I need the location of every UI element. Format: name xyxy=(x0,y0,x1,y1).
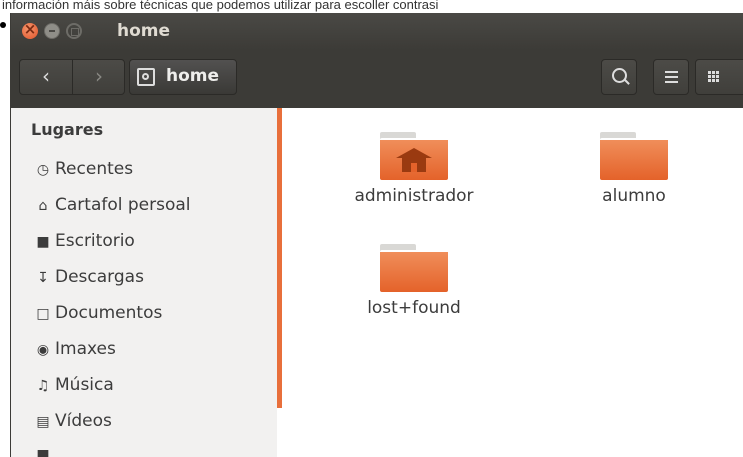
sidebar-item-partial[interactable]: ■ xyxy=(33,444,53,457)
chevron-left-icon: ‹ xyxy=(42,64,50,88)
sidebar-item-imaxes[interactable]: ◉ Imaxes xyxy=(33,339,116,365)
path-label: home xyxy=(166,66,220,86)
sidebar: Lugares ◷ Recentes ⌂ Cartafol persoal ■ Esc… xyxy=(11,108,277,457)
folder-icon xyxy=(600,132,668,180)
maximize-window-button[interactable] xyxy=(66,23,82,39)
search-button[interactable] xyxy=(601,59,637,95)
sidebar-item-descargas[interactable]: ↧ Descargas xyxy=(33,267,144,293)
sidebar-item-musica[interactable]: ♫ Música xyxy=(33,375,114,401)
desktop-folder-icon: ■ xyxy=(36,234,50,250)
sidebar-item-cartafol-persoal[interactable]: ⌂ Cartafol persoal xyxy=(33,195,191,221)
home-icon: ⌂ xyxy=(38,198,48,214)
sidebar-item-label: Vídeos xyxy=(55,411,112,431)
clock-icon: ◷ xyxy=(36,162,50,178)
window-title: home xyxy=(117,21,171,41)
sidebar-item-label: Documentos xyxy=(55,303,163,323)
document-icon: □ xyxy=(36,306,50,322)
file-item-lost-found[interactable]: lost+found xyxy=(334,244,494,318)
folder-icon xyxy=(380,244,448,292)
sidebar-item-label: Escritorio xyxy=(55,231,135,251)
sidebar-item-label: Cartafol persoal xyxy=(55,195,191,215)
film-icon: ▤ xyxy=(36,414,50,430)
home-folder-icon xyxy=(380,132,448,180)
file-manager-window: home ‹ › home Lugares ◷ Recentes ⌂ Cartafo… xyxy=(10,13,743,457)
sidebar-item-videos[interactable]: ▤ Vídeos xyxy=(33,411,112,437)
file-view: administrador alumno lost+found xyxy=(282,108,743,457)
title-bar: home xyxy=(11,13,743,50)
sidebar-item-escritorio[interactable]: ■ Escritorio xyxy=(33,231,135,257)
file-label: lost+found xyxy=(367,298,461,318)
sidebar-item-label: Imaxes xyxy=(55,339,116,359)
download-icon: ↧ xyxy=(37,270,49,286)
back-button[interactable]: ‹ xyxy=(20,60,73,94)
grid-view-button[interactable] xyxy=(695,59,743,95)
file-item-administrador[interactable]: administrador xyxy=(334,132,494,206)
bullet-mark xyxy=(0,22,6,28)
close-window-button[interactable] xyxy=(22,20,38,39)
sidebar-heading: Lugares xyxy=(31,120,104,139)
sidebar-item-recentes[interactable]: ◷ Recentes xyxy=(33,159,133,185)
list-view-button[interactable] xyxy=(653,59,689,95)
search-icon xyxy=(612,68,627,83)
file-label: administrador xyxy=(354,186,474,206)
drive-icon xyxy=(137,68,155,86)
grid-icon xyxy=(708,71,711,74)
minimize-window-button[interactable] xyxy=(44,23,60,39)
page-caption: información máis sobre técnicas que pode… xyxy=(2,0,439,12)
sidebar-item-label: Recentes xyxy=(55,159,134,179)
music-icon: ♫ xyxy=(36,378,50,394)
trash-icon: ■ xyxy=(36,447,50,457)
camera-icon: ◉ xyxy=(36,342,50,358)
navigation-buttons: ‹ › xyxy=(19,59,125,95)
path-bar-home-button[interactable]: home xyxy=(129,59,237,95)
toolbar: ‹ › home xyxy=(11,50,743,108)
list-icon xyxy=(665,71,678,73)
forward-button[interactable]: › xyxy=(73,60,125,94)
chevron-right-icon: › xyxy=(95,64,103,88)
sidebar-item-label: Música xyxy=(55,375,114,395)
file-label: alumno xyxy=(602,186,666,206)
sidebar-item-label: Descargas xyxy=(55,267,144,287)
file-item-alumno[interactable]: alumno xyxy=(554,132,714,206)
sidebar-item-documentos[interactable]: □ Documentos xyxy=(33,303,162,329)
